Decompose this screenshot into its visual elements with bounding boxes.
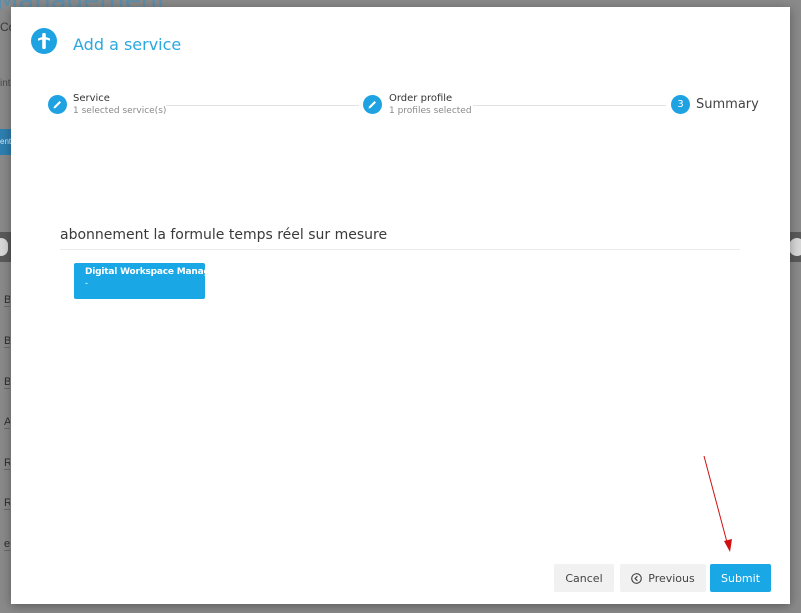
annotation-arrow [703, 455, 732, 552]
